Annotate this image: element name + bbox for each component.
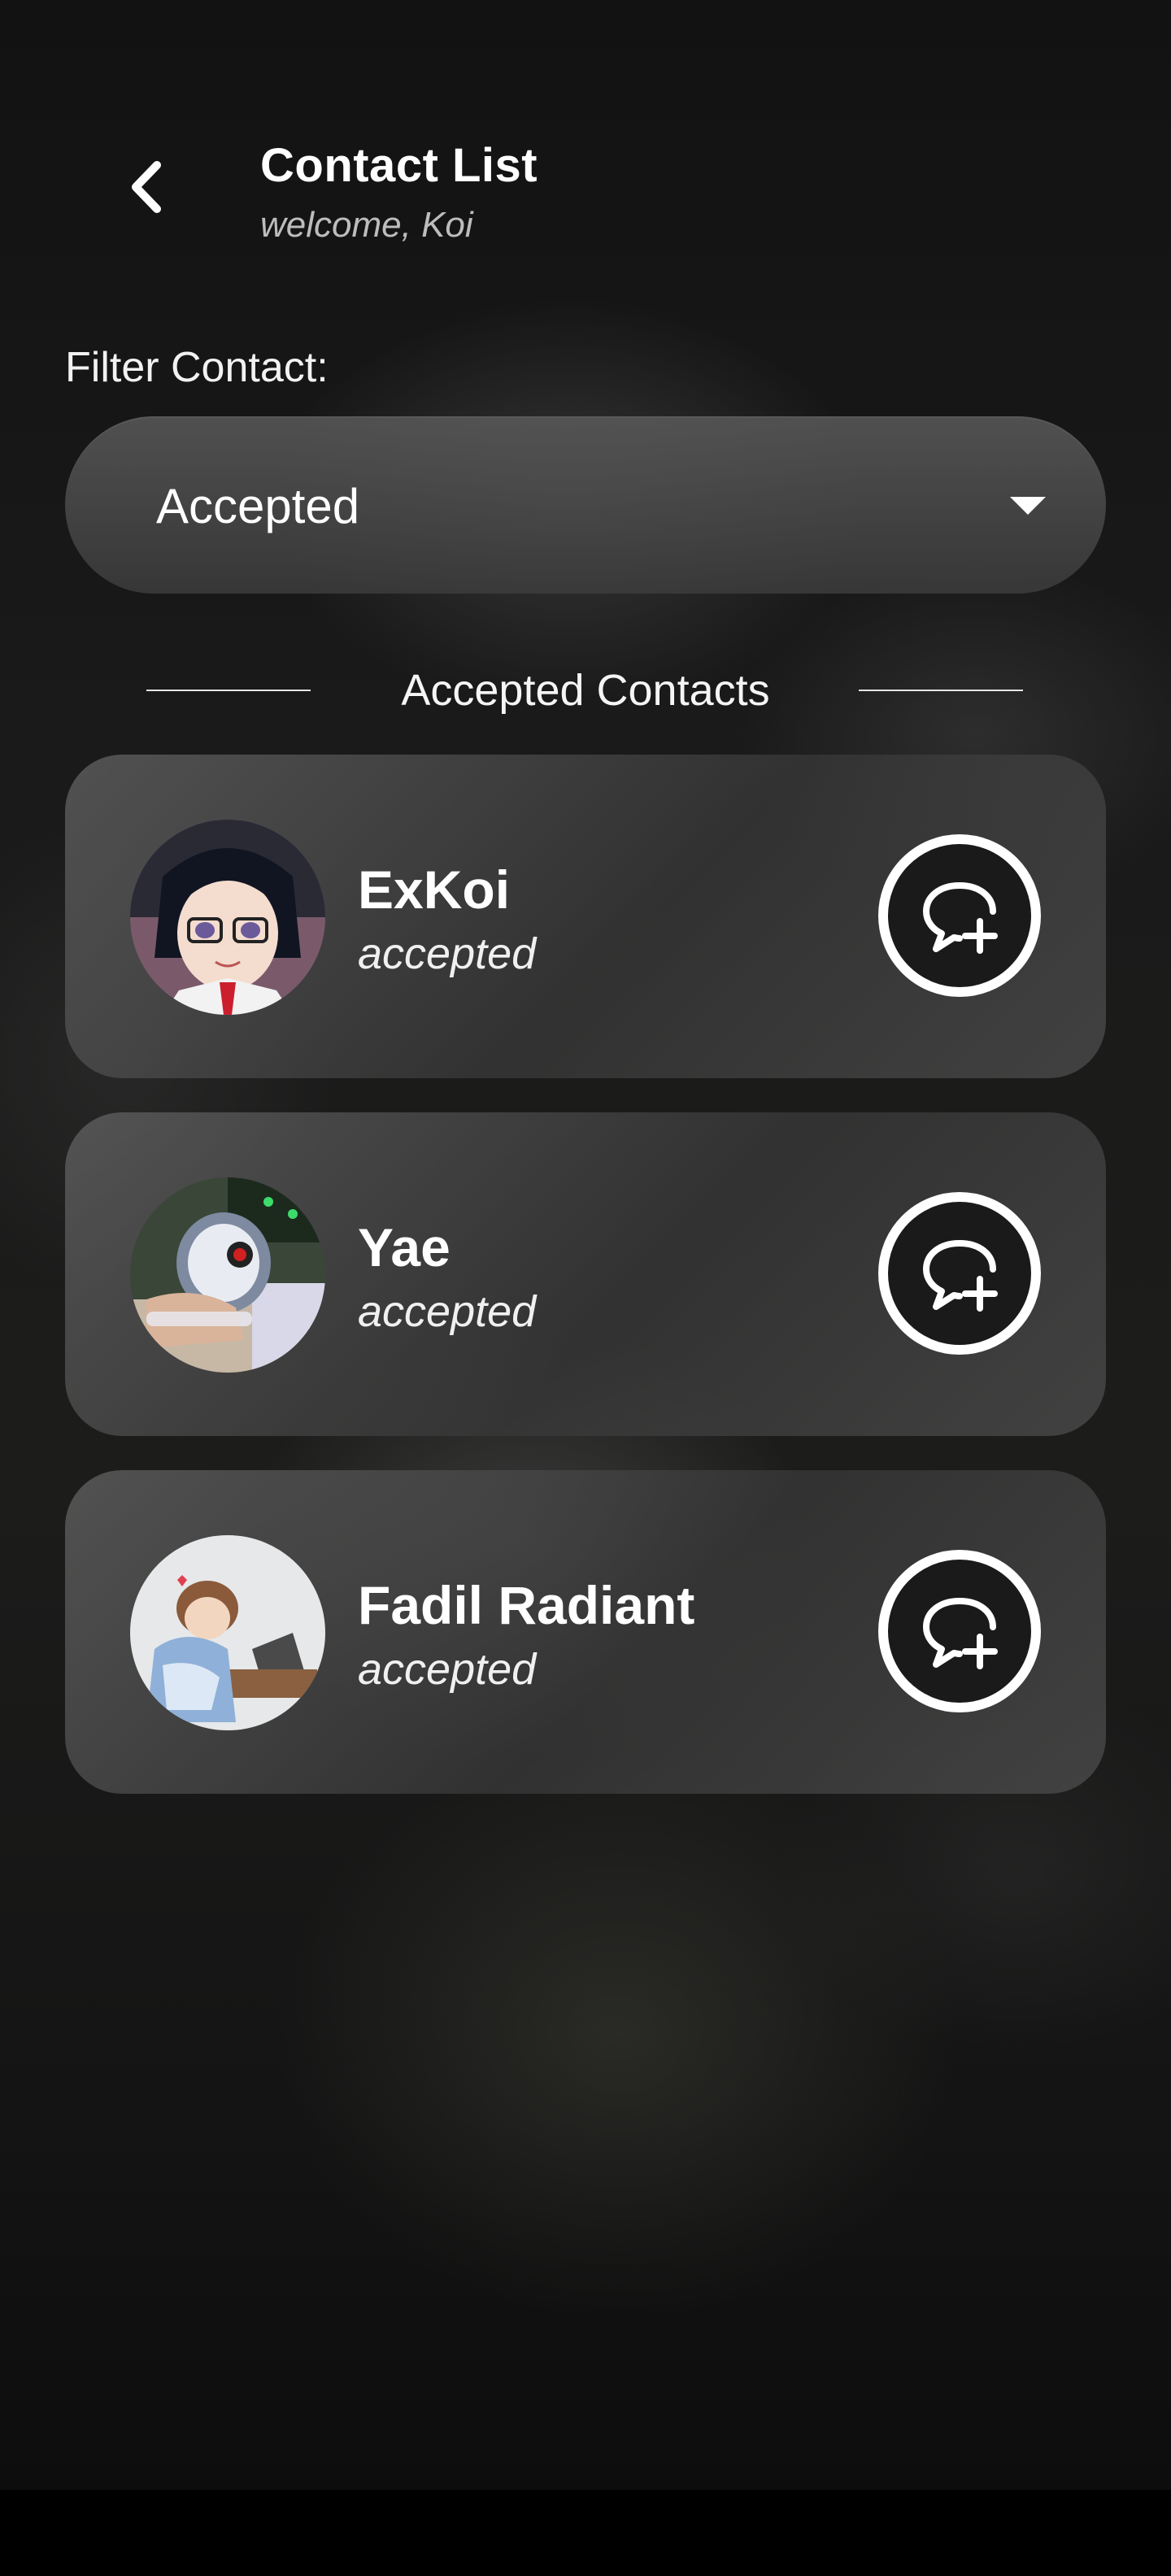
contact-card[interactable]: ExKoi accepted (65, 755, 1106, 1078)
chevron-left-icon (132, 161, 161, 213)
chat-add-icon (923, 882, 998, 954)
page-title: Contact List (260, 139, 538, 192)
header: Contact List welcome, Koi (0, 0, 1171, 293)
start-chat-button[interactable] (878, 834, 1041, 997)
contact-status: accepted (358, 1287, 537, 1336)
filter-selected-value: Accepted (156, 479, 360, 533)
caret-down-icon (1010, 497, 1046, 515)
filter-label: Filter Contact: (65, 344, 329, 391)
contact-status: accepted (358, 929, 537, 978)
avatar (130, 1535, 325, 1730)
section-divider: Accepted Contacts (0, 659, 1171, 724)
contact-status: accepted (358, 1645, 537, 1694)
start-chat-button[interactable] (878, 1550, 1041, 1712)
back-button[interactable] (114, 154, 179, 220)
filter-contact-dropdown[interactable]: Accepted (65, 416, 1106, 594)
contact-name: Fadil Radiant (358, 1575, 695, 1635)
avatar (130, 1177, 325, 1373)
contact-name: ExKoi (358, 859, 511, 920)
contact-name: Yae (358, 1217, 451, 1277)
avatar (130, 820, 325, 1015)
chat-add-icon (923, 1598, 998, 1669)
welcome-subtitle: welcome, Koi (260, 205, 473, 245)
contact-card[interactable]: Yae accepted (65, 1112, 1106, 1436)
divider-line-right (859, 690, 1023, 691)
chat-add-icon (923, 1240, 998, 1312)
start-chat-button[interactable] (878, 1192, 1041, 1355)
contact-card[interactable]: Fadil Radiant accepted (65, 1470, 1106, 1794)
system-navigation-bar (0, 2490, 1171, 2576)
